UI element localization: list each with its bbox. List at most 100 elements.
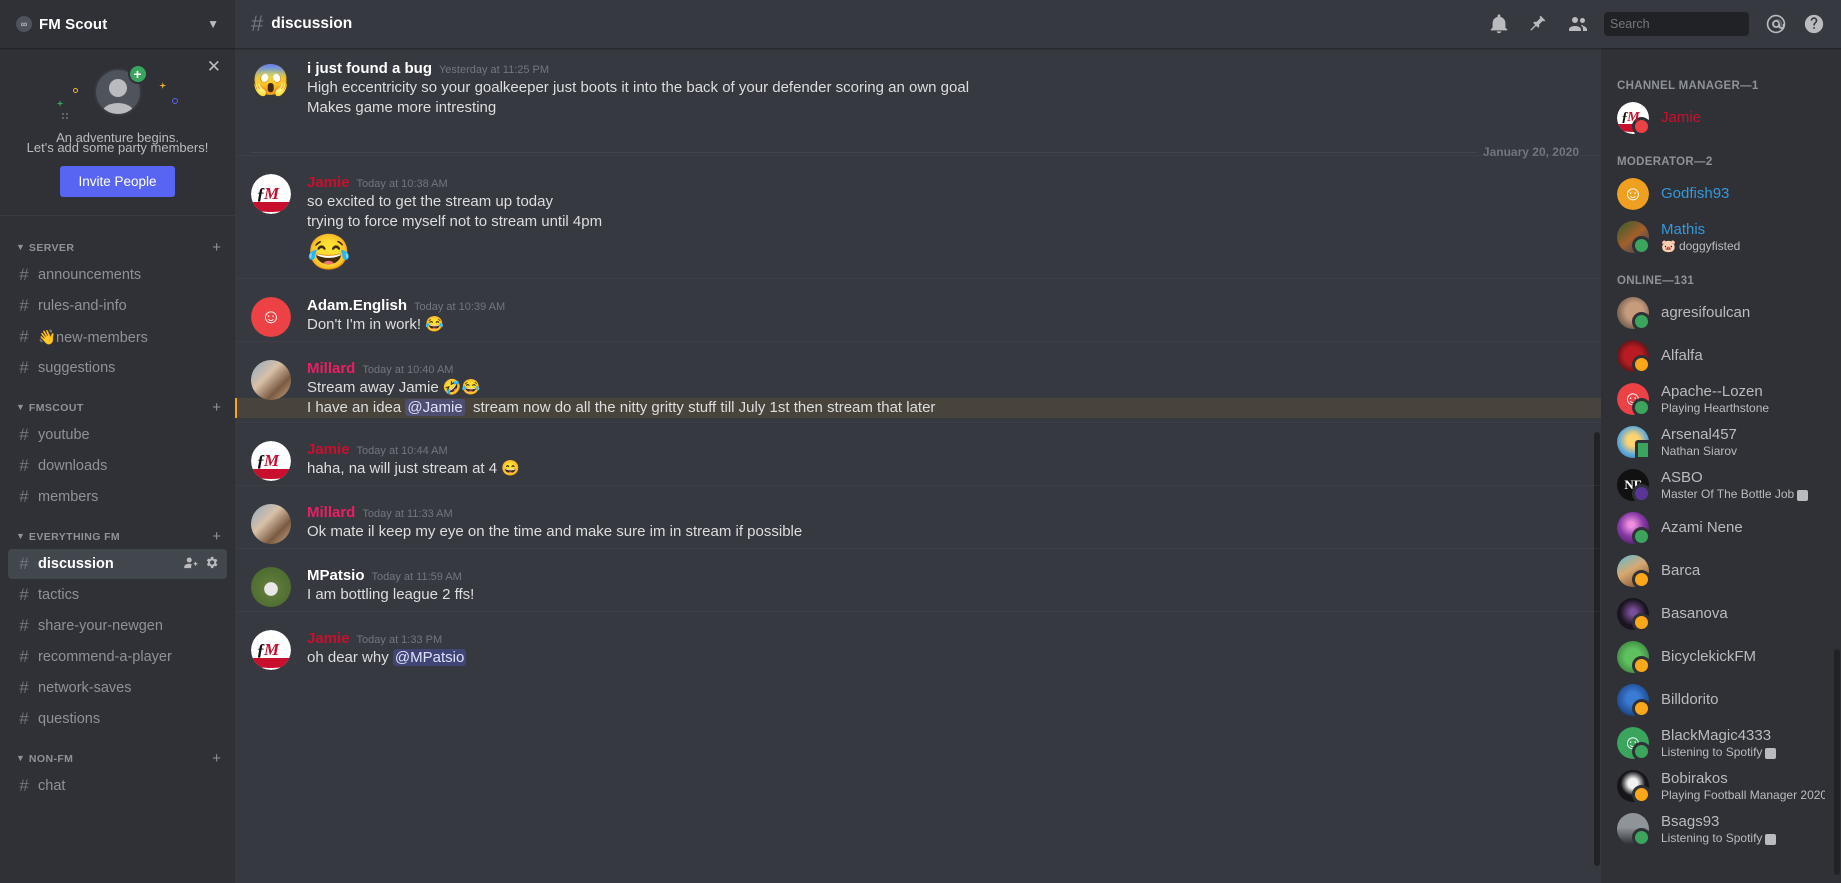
member-list[interactable]: CHANNEL MANAGER—1 ƒM Jamie MODERATOR—2 ☺ God… <box>1601 48 1841 883</box>
chevron-down-icon[interactable]: ▼ <box>207 17 219 31</box>
mention-link[interactable]: @Jamie <box>405 399 465 416</box>
avatar[interactable]: ƒM <box>251 630 291 670</box>
mentions-icon[interactable] <box>1765 13 1787 35</box>
channel-list: ▼ SERVER + # announcements # rules-and-info # 👋n… <box>0 216 235 883</box>
chevron-down-icon: ▼ <box>16 241 25 252</box>
member-item-Bobirakos[interactable]: Bobirakos Playing Football Manager 2020 <box>1609 765 1833 807</box>
message-author[interactable]: Millard <box>307 504 355 521</box>
member-item-Arsenal457[interactable]: Arsenal457 Nathan Siarov <box>1609 421 1833 463</box>
member-avatar <box>1617 221 1651 255</box>
message-timestamp: Today at 11:33 AM <box>362 508 453 520</box>
channel-item-members[interactable]: # members <box>8 482 227 512</box>
status-indicator-mobile <box>1635 440 1651 460</box>
hash-icon: # <box>19 487 29 506</box>
message-author[interactable]: Adam.English <box>307 297 407 314</box>
add-channel-icon[interactable]: + <box>212 529 227 544</box>
message-line: I am bottling league 2 ffs! <box>307 586 475 603</box>
message-line: Don't I'm in work! 😂 <box>307 316 444 333</box>
channel-settings-icon[interactable] <box>204 555 219 573</box>
channel-item-announcements[interactable]: # announcements <box>8 260 227 290</box>
add-channel-icon[interactable]: + <box>212 751 227 766</box>
mention-link[interactable]: @MPatsio <box>392 649 467 666</box>
member-info: Bsags93 Listening to Spotify <box>1661 813 1825 845</box>
scream-emoji: 😱 <box>252 63 290 97</box>
member-info: Alfalfa <box>1661 347 1825 365</box>
member-item-BicyclekickFM[interactable]: BicyclekickFM <box>1609 636 1833 678</box>
channel-item-youtube[interactable]: # youtube <box>8 420 227 450</box>
member-item-ASBO[interactable]: NF ASBO Master Of The Bottle Job <box>1609 464 1833 506</box>
channel-item-recommend-a-player[interactable]: # recommend-a-player <box>8 642 227 672</box>
create-invite-icon[interactable] <box>183 555 198 573</box>
help-icon[interactable] <box>1803 13 1825 35</box>
member-name: Barca <box>1661 562 1701 579</box>
pin-icon[interactable] <box>1526 13 1548 35</box>
avatar[interactable] <box>251 567 291 607</box>
message-list[interactable]: 😱 i just found a bug Yesterday at 11:25 PM… <box>235 48 1601 883</box>
channel-item-chat[interactable]: # chat <box>8 771 227 801</box>
message-author[interactable]: Jamie <box>307 441 350 458</box>
member-item-Bsags93[interactable]: Bsags93 Listening to Spotify <box>1609 808 1833 850</box>
channel-category-fmscout[interactable]: ▼ FMSCOUT + <box>0 384 235 419</box>
add-channel-icon[interactable]: + <box>212 240 227 255</box>
member-item-Mathis[interactable]: Mathis 🐷 doggyfisted <box>1609 216 1833 258</box>
content-row: 😱 i just found a bug Yesterday at 11:25 PM… <box>235 48 1841 883</box>
member-item-Basanova[interactable]: Basanova <box>1609 593 1833 635</box>
channel-item-discussion[interactable]: # discussion <box>8 549 227 579</box>
message: ƒM Jamie Today at 10:38 AM so excited to g… <box>235 155 1601 278</box>
message-author[interactable]: MPatsio <box>307 567 365 584</box>
channel-item-tactics[interactable]: # tactics <box>8 580 227 610</box>
invite-people-button[interactable]: Invite People <box>60 166 175 197</box>
channel-item-questions[interactable]: # questions <box>8 704 227 734</box>
hash-icon: # <box>19 776 29 795</box>
channel-category-everything-fm[interactable]: ▼ EVERYTHING FM + <box>0 513 235 548</box>
add-channel-icon[interactable]: + <box>212 400 227 415</box>
member-item-Godfish93[interactable]: ☺ Godfish93 <box>1609 173 1833 215</box>
message: ☺ Adam.English Today at 10:39 AM Don't I'm … <box>235 278 1601 341</box>
avatar[interactable]: ƒM <box>251 174 291 214</box>
channel-item-rules-and-info[interactable]: # rules-and-info <box>8 291 227 321</box>
members-icon[interactable] <box>1564 12 1588 36</box>
fm-scout-logo-icon: ƒM <box>251 441 291 481</box>
channel-item-suggestions[interactable]: # suggestions <box>8 353 227 383</box>
channel-category-non-fm[interactable]: ▼ NON-FM + <box>0 735 235 770</box>
member-item-Barca[interactable]: Barca <box>1609 550 1833 592</box>
avatar[interactable]: ƒM <box>251 441 291 481</box>
message-author[interactable]: i just found a bug <box>307 60 432 77</box>
message-author[interactable]: Jamie <box>307 630 350 647</box>
avatar[interactable]: 😱 <box>251 60 291 100</box>
avatar[interactable] <box>251 360 291 400</box>
member-item-BlackMagic4333[interactable]: ☺ BlackMagic4333 Listening to Spotify <box>1609 722 1833 764</box>
member-item-Billdorito[interactable]: Billdorito <box>1609 679 1833 721</box>
avatar[interactable] <box>251 504 291 544</box>
server-header[interactable]: ∞ FM Scout ▼ <box>0 0 235 48</box>
channel-category-server[interactable]: ▼ SERVER + <box>0 224 235 259</box>
channel-item-share-your-newgen[interactable]: # share-your-newgen <box>8 611 227 641</box>
channel-item-downloads[interactable]: # downloads <box>8 451 227 481</box>
members-scrollbar[interactable] <box>1833 48 1841 883</box>
member-item-AzamiNene[interactable]: Azami Nene <box>1609 507 1833 549</box>
status-indicator-idle <box>1632 355 1651 374</box>
activity-emoji: 🐷 <box>1661 239 1676 253</box>
hash-icon: # <box>19 296 29 315</box>
member-item-agresifoulcan[interactable]: agresifoulcan <box>1609 292 1833 334</box>
channel-item-new-members[interactable]: # 👋new-members <box>8 322 227 352</box>
channel-title: discussion <box>271 15 353 32</box>
message-header: Millard Today at 10:40 AM <box>307 360 1585 377</box>
search-box[interactable] <box>1604 12 1784 36</box>
member-item-Apache--Lozen[interactable]: ☺ Apache--Lozen Playing Hearthstone <box>1609 378 1833 420</box>
bell-icon[interactable] <box>1488 13 1510 35</box>
avatar[interactable]: ☺ <box>251 297 291 337</box>
invite-card: ✕ + An adventure begins. Let's add some … <box>0 48 235 216</box>
activity-text: Listening to Spotify <box>1661 831 1763 845</box>
member-avatar: NF <box>1617 469 1651 503</box>
message-author[interactable]: Millard <box>307 360 355 377</box>
member-item-Alfalfa[interactable]: Alfalfa <box>1609 335 1833 377</box>
channel-topbar: # discussion <box>235 0 1841 48</box>
search-input[interactable] <box>1610 17 1771 31</box>
message-author[interactable]: Jamie <box>307 174 350 191</box>
activity-text: Playing Hearthstone <box>1661 401 1770 415</box>
channel-item-network-saves[interactable]: # network-saves <box>8 673 227 703</box>
channel-name: network-saves <box>38 680 132 696</box>
member-name: ASBO <box>1661 469 1703 486</box>
member-item-Jamie[interactable]: ƒM Jamie <box>1609 97 1833 139</box>
